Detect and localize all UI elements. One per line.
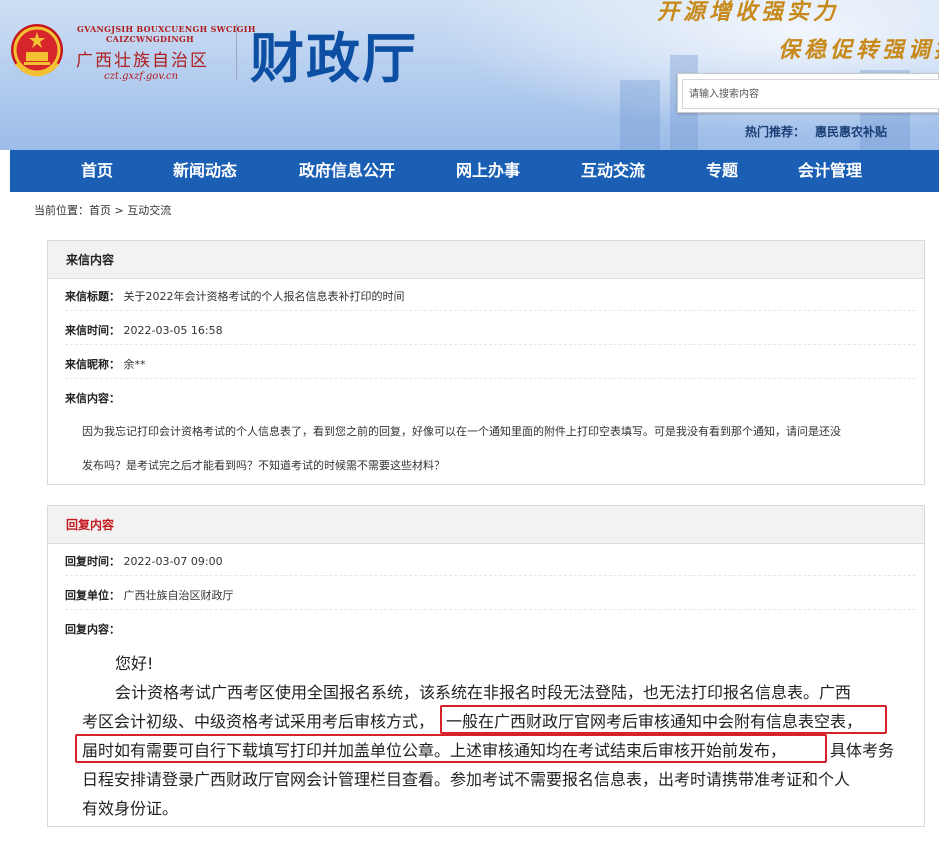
- letter-nick-value: 余**: [123, 358, 146, 371]
- reply-unit-value: 广西壮族自治区财政厅: [123, 589, 234, 602]
- letter-time-value: 2022-03-05 16:58: [123, 324, 223, 337]
- slogan-line2: 保稳促转强调控: [778, 37, 939, 63]
- reply-line2a: 考区会计初级、中级资格考试采用考后审核方式，: [82, 712, 435, 731]
- logo-pinyin-line2: CAIZCWNGDINGH: [106, 34, 194, 44]
- reply-time-key: 回复时间：: [65, 555, 120, 568]
- letter-nick-key: 来信昵称：: [65, 358, 120, 371]
- nav-item-accounting[interactable]: 会计管理: [796, 150, 864, 192]
- letter-title-key: 来信标题：: [65, 290, 120, 303]
- search-input[interactable]: [682, 79, 939, 109]
- breadcrumb-sep: >: [114, 204, 124, 217]
- reply-panel: 回复内容 回复时间： 2022-03-07 09:00 回复单位： 广西壮族自治…: [47, 505, 925, 827]
- letter-content-key: 来信内容：: [65, 392, 120, 405]
- logo-pinyin-line1: GVANGJSIH BOUXCUENGH SWCIGIH: [77, 24, 256, 34]
- nav-item-news[interactable]: 新闻动态: [171, 150, 239, 192]
- reply-time-value: 2022-03-07 09:00: [123, 555, 223, 568]
- letter-section-title: 来信内容: [48, 241, 924, 279]
- hot-link-subsidy[interactable]: 惠民惠农补贴: [815, 125, 887, 139]
- nav-item-interaction[interactable]: 互动交流: [579, 150, 647, 192]
- nav-item-topics[interactable]: 专题: [704, 150, 740, 192]
- reply-section-title: 回复内容: [48, 506, 924, 544]
- nav-item-home[interactable]: 首页: [80, 150, 114, 192]
- breadcrumb-home[interactable]: 首页: [89, 204, 111, 217]
- logo-site-url: czt.gxzf.gov.cn: [104, 71, 179, 82]
- reply-line5: 有效身份证。: [82, 799, 179, 818]
- letter-time-row: 来信时间： 2022-03-05 16:58: [65, 322, 223, 338]
- breadcrumb-current[interactable]: 互动交流: [127, 204, 171, 217]
- logo-region-name: 广西壮族自治区: [76, 51, 209, 71]
- reply-time-row: 回复时间： 2022-03-07 09:00: [65, 553, 223, 569]
- highlight-box-1: [440, 705, 887, 734]
- row-divider: [65, 344, 916, 345]
- reply-unit-row: 回复单位： 广西壮族自治区财政厅: [65, 587, 234, 603]
- row-divider: [65, 378, 916, 379]
- breadcrumb: 当前位置：首页 > 互动交流: [34, 202, 171, 218]
- row-divider: [65, 609, 916, 610]
- slogan-line1: 开源增收强实力: [657, 0, 840, 25]
- nav-item-gov-info[interactable]: 政府信息公开: [296, 150, 398, 192]
- reply-line4: 日程安排请登录广西财政厅官网会计管理栏目查看。参加考试不需要报名信息表，出考时请…: [82, 770, 851, 789]
- hot-label: 热门推荐：: [745, 125, 806, 139]
- reply-line1: 会计资格考试广西考区使用全国报名系统，该系统在非报名时段无法登陆，也无法打印报名…: [115, 683, 852, 702]
- hot-recommend: 热门推荐： 惠民惠农补贴: [745, 123, 887, 140]
- letter-panel: 来信内容 来信标题： 关于2022年会计资格考试的个人报名信息表补打印的时间 来…: [47, 240, 925, 485]
- search-box: [677, 73, 939, 113]
- letter-time-key: 来信时间：: [65, 324, 120, 337]
- main-nav: 首页 新闻动态 政府信息公开 网上办事 互动交流 专题 会计管理: [10, 150, 939, 192]
- letter-content-row: 来信内容：: [65, 390, 120, 406]
- reply-content-row: 回复内容：: [65, 621, 120, 637]
- letter-title-row: 来信标题： 关于2022年会计资格考试的个人报名信息表补打印的时间: [65, 288, 405, 304]
- reply-line3b: 具体考务: [830, 741, 895, 760]
- nav-item-online-service[interactable]: 网上办事: [454, 150, 522, 192]
- department-title: 财政厅: [250, 26, 418, 90]
- logo-divider: [236, 24, 237, 80]
- letter-content-line2: 发布吗？是考试完之后才能看到吗？不知道考试的时候需不需要这些材料？: [82, 459, 445, 472]
- reply-greeting: 您好!: [115, 654, 154, 673]
- national-emblem-icon: [11, 24, 63, 77]
- row-divider: [65, 310, 916, 311]
- row-divider: [65, 575, 916, 576]
- letter-title-value: 关于2022年会计资格考试的个人报名信息表补打印的时间: [123, 290, 405, 303]
- highlight-box-2: [75, 734, 827, 763]
- breadcrumb-prefix: 当前位置：: [34, 204, 89, 217]
- reply-unit-key: 回复单位：: [65, 589, 120, 602]
- reply-content-key: 回复内容：: [65, 623, 120, 636]
- banner-building: [620, 80, 660, 150]
- site-banner: GVANGJSIH BOUXCUENGH SWCIGIH CAIZCWNGDIN…: [0, 0, 939, 150]
- letter-nick-row: 来信昵称： 余**: [65, 356, 146, 372]
- letter-content-line1: 因为我忘记打印会计资格考试的个人信息表了，看到您之前的回复，好像可以在一个通知里…: [82, 425, 841, 438]
